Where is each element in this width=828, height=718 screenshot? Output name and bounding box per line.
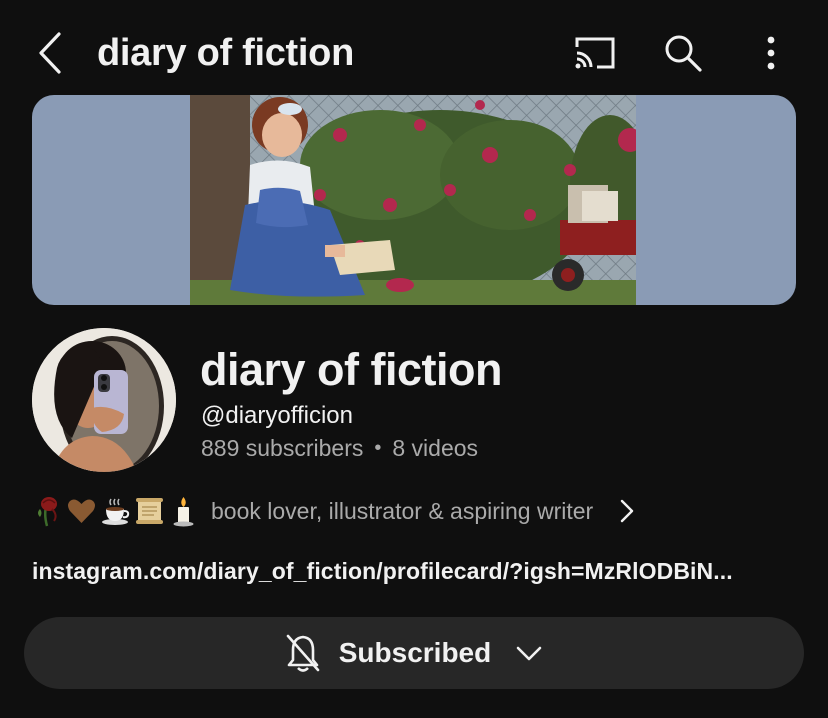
more-vertical-icon	[767, 36, 775, 70]
banner-image	[190, 95, 636, 305]
cast-icon	[575, 37, 615, 69]
search-icon	[665, 35, 702, 72]
channel-handle: @diaryofficion	[201, 402, 353, 429]
subscriber-count: 889 subscribers	[201, 435, 364, 461]
wilted-rose-icon	[38, 497, 57, 527]
channel-avatar[interactable]	[32, 328, 176, 472]
subscribed-label: Subscribed	[338, 637, 492, 668]
avatar-image	[32, 328, 176, 472]
top-app-bar: diary of fiction	[0, 0, 828, 100]
more-options-button[interactable]	[748, 30, 794, 76]
description-text: book lover, illustrator & aspiring write…	[211, 498, 594, 524]
back-button[interactable]	[30, 28, 70, 78]
separator-dot: •	[374, 437, 382, 459]
channel-stats: 889 subscribers • 8 videos	[201, 433, 478, 463]
chevron-down-icon	[516, 646, 542, 661]
candle-icon	[173, 497, 194, 527]
channel-link[interactable]: instagram.com/diary_of_fiction/profileca…	[32, 556, 733, 586]
subscribe-dropdown	[515, 644, 543, 662]
chevron-right-icon	[621, 499, 634, 523]
channel-description[interactable]: book lover, illustrator & aspiring write…	[32, 490, 802, 532]
channel-name: diary of fiction	[200, 344, 503, 395]
channel-banner[interactable]	[32, 95, 796, 305]
hot-beverage-icon	[102, 498, 130, 525]
scroll-icon	[136, 498, 163, 524]
page-title: diary of fiction	[97, 32, 354, 74]
description-emojis	[32, 495, 199, 527]
expand-description-button[interactable]	[619, 498, 635, 524]
brown-heart-icon	[68, 499, 95, 523]
cast-button[interactable]	[572, 30, 618, 76]
video-count: 8 videos	[392, 435, 479, 461]
bell-off-icon	[286, 634, 320, 672]
search-button[interactable]	[660, 30, 706, 76]
subscribed-button[interactable]: Subscribed	[24, 617, 804, 689]
chevron-left-icon	[39, 32, 61, 74]
bell-off-wrapper	[285, 633, 321, 673]
